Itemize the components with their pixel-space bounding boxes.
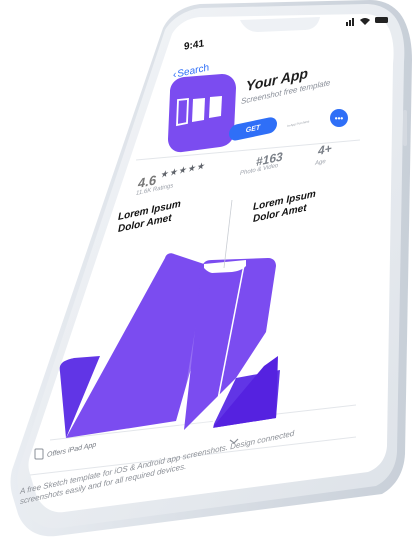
more-button[interactable]: ••• [330, 109, 348, 127]
age-value: 4+ [318, 141, 332, 158]
chevron-left-icon: ‹ [173, 69, 177, 81]
phone-mockup: 9:41 ‹ Search Your App Screenshot free t… [0, 0, 417, 540]
app-icon [168, 74, 236, 153]
